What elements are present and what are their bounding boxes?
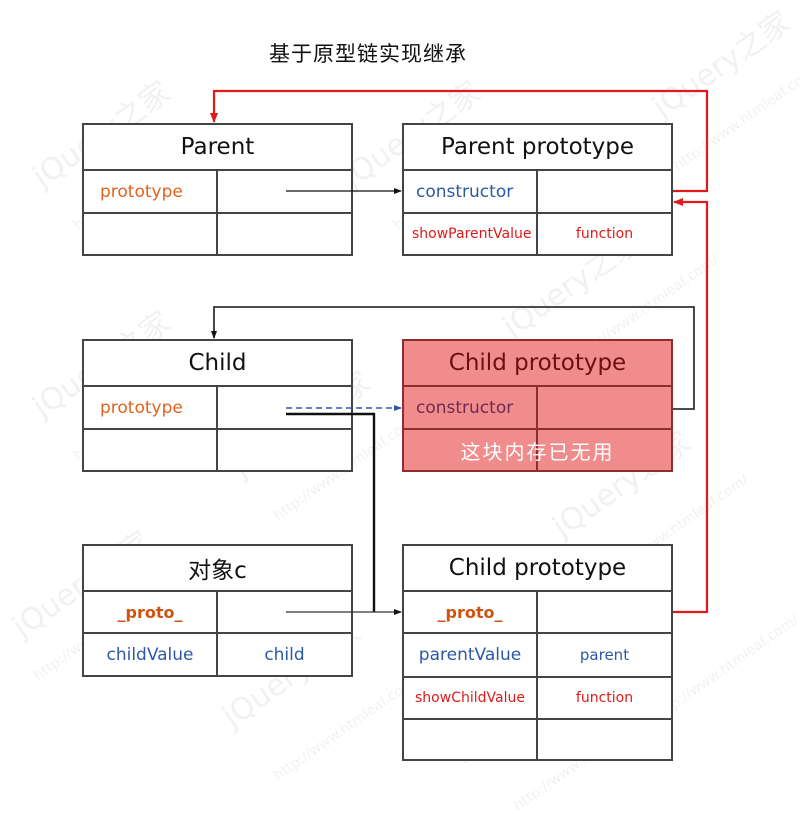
show-child-value-value: function [575, 690, 634, 706]
child-empty-value [218, 430, 351, 470]
child-prototype-old-box: Child prototype constructor 这块内存已无用 [402, 339, 673, 472]
unused-memory-note: 这块内存已无用 [460, 439, 615, 464]
parent-title: Parent [84, 125, 351, 171]
parent-row-empty [84, 214, 351, 254]
child-prototype-value [218, 387, 351, 428]
child-prototype-new-box: Child prototype _proto_ parentValue pare… [402, 544, 673, 761]
child-prototype-old-title: Child prototype [404, 341, 671, 387]
child-prototype-old-constructor-key: constructor [404, 387, 538, 428]
object-c-row-proto: _proto_ [84, 592, 351, 634]
child-prototype-new-empty-key [404, 720, 538, 759]
diagram-title: 基于原型链实现继承 [269, 42, 467, 66]
parent-empty-value [218, 214, 351, 254]
show-parent-value-key: showParentValue [404, 214, 538, 254]
child-prototype-new-proto-value [538, 592, 671, 632]
child-prototype-new-row-empty [404, 720, 671, 759]
watermark-url: http://www.htmleaf.com/ [651, 611, 800, 725]
child-title: Child [84, 341, 351, 387]
parent-prototype-row-constructor: constructor [404, 171, 671, 214]
object-c-proto-value [218, 592, 351, 632]
parent-prototype-value [218, 171, 351, 212]
show-child-value-key: showChildValue [404, 678, 538, 718]
link-child-prototype-proto-to-parent-prototype [673, 198, 709, 614]
child-prototype-new-row-proto: _proto_ [404, 592, 671, 634]
parent-prototype-box: Parent prototype constructor showParentV… [402, 123, 673, 256]
parent-box: Parent prototype [82, 123, 353, 256]
object-c-box: 对象c _proto_ childValue child [82, 544, 353, 677]
parent-empty-key [84, 214, 218, 254]
parent-prototype-constructor-value [538, 171, 671, 212]
parent-prototype-constructor-key: constructor [404, 171, 538, 212]
watermark-url: http://www.htmleaf.com/ [271, 671, 422, 785]
child-value-key: childValue [84, 634, 218, 675]
child-prototype-old-constructor-value [538, 387, 671, 428]
child-empty-key [84, 430, 218, 470]
child-box: Child prototype [82, 339, 353, 472]
parent-prototype-key: prototype [84, 171, 218, 212]
parent-prototype-title: Parent prototype [404, 125, 671, 171]
child-prototype-new-title: Child prototype [404, 546, 671, 592]
show-parent-value-value: function [575, 226, 634, 242]
parent-row-prototype: prototype [84, 171, 351, 214]
child-prototype-old-row-constructor: constructor [404, 387, 671, 430]
child-row-empty [84, 430, 351, 470]
child-prototype-new-empty-value [538, 720, 671, 759]
object-c-title: 对象c [84, 546, 351, 592]
child-row-prototype: prototype [84, 387, 351, 430]
object-c-proto-key: _proto_ [84, 592, 218, 632]
child-prototype-new-proto-key: _proto_ [404, 592, 538, 632]
parent-value-value: parent [579, 646, 630, 664]
parent-prototype-row-show-parent-value: showParentValue function [404, 214, 671, 254]
child-value-value: child [264, 644, 305, 665]
child-prototype-new-row-show-child-value: showChildValue function [404, 678, 671, 720]
object-c-row-child-value: childValue child [84, 634, 351, 675]
watermark-url: http://www.htmleaf.com/ [671, 61, 800, 175]
parent-value-key: parentValue [404, 634, 538, 676]
child-prototype-key: prototype [84, 387, 218, 428]
child-prototype-new-row-parent-value: parentValue parent [404, 634, 671, 678]
